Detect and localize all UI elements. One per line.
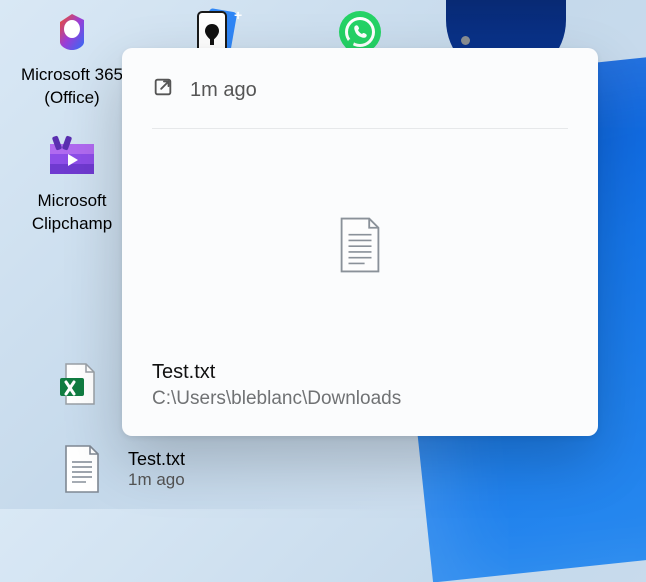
tooltip-time: 1m ago: [190, 79, 257, 102]
desktop-icon-label: Microsoft Clipchamp: [7, 190, 137, 236]
m365-icon: [44, 6, 100, 58]
desktop-icon-label: Microsoft 365 (Office): [7, 64, 137, 110]
tooltip-preview: [152, 129, 568, 361]
desktop-icon-excel-file[interactable]: [50, 356, 106, 416]
status-dot: [461, 36, 470, 45]
recent-files: Test.txt 1m ago: [50, 435, 370, 503]
recent-file-item[interactable]: Test.txt 1m ago: [50, 435, 370, 503]
clipchamp-icon: [44, 132, 100, 184]
open-external-icon[interactable]: [152, 76, 174, 104]
tooltip-filename: Test.txt: [152, 361, 568, 384]
txt-file-icon: [337, 216, 383, 274]
recent-file-time: 1m ago: [128, 470, 185, 490]
txt-file-icon: [50, 437, 114, 501]
recent-file-name: Test.txt: [128, 449, 185, 470]
svg-text:+: +: [234, 7, 242, 23]
excel-file-icon: [50, 358, 106, 410]
tooltip-filepath: C:\Users\bleblanc\Downloads: [152, 388, 568, 410]
file-preview-tooltip: 1m ago Test.txt C:\Users\bleblanc\Downlo…: [122, 48, 598, 436]
